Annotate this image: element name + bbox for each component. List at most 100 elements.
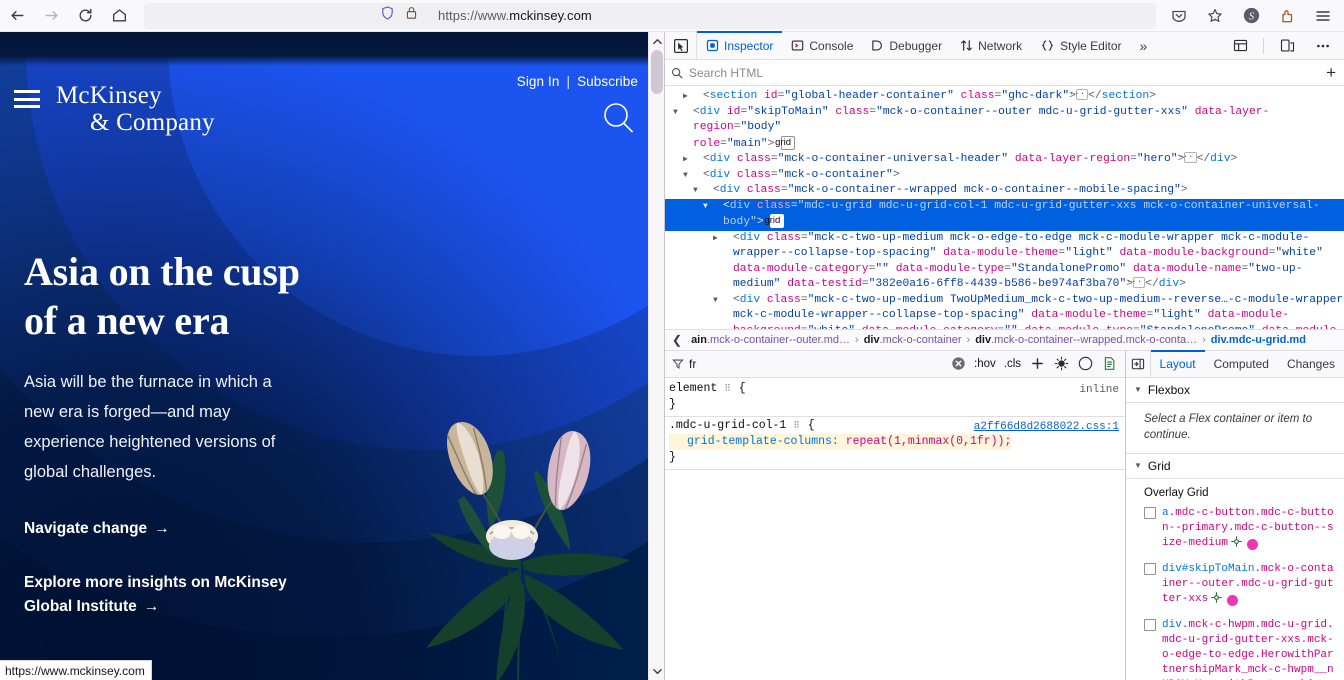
overlay-grid-item[interactable]: div.mck-c-hwpm.mdc-u-grid.mdc-u-grid-gut…: [1126, 615, 1344, 680]
breadcrumb-scroll-left-icon[interactable]: ❮: [667, 333, 687, 347]
pocket-icon[interactable]: [1162, 1, 1196, 31]
light-color-scheme-icon[interactable]: [1049, 353, 1073, 375]
hamburger-menu-icon[interactable]: [1306, 1, 1340, 31]
breadcrumb[interactable]: ❮ain.mck-o-container--outer.md…›div.mck-…: [665, 329, 1344, 351]
site-menu-icon[interactable]: [14, 90, 40, 108]
hov-button[interactable]: :hov: [970, 358, 1000, 370]
scrollbar-thumb[interactable]: [651, 50, 663, 94]
twisty-open-icon[interactable]: ▼: [703, 183, 713, 199]
css-declaration[interactable]: grid-template-columns: repeat(1,minmax(0…: [669, 434, 1125, 450]
grid-section-header[interactable]: ▼ Grid: [1126, 454, 1344, 479]
twisty-open-icon[interactable]: ▼: [693, 168, 703, 184]
tab-computed[interactable]: Computed: [1205, 351, 1278, 377]
collapsed-children-icon[interactable]: ···: [1184, 152, 1196, 163]
grid-settings-icon[interactable]: [1231, 536, 1242, 553]
page-scrollbar[interactable]: [648, 32, 664, 680]
markup-node[interactable]: ▼<div class="mck-o-container--wrapped mc…: [665, 183, 1344, 199]
overlay-grid-item[interactable]: div#skipToMain.mck-o-container--outer.md…: [1126, 559, 1344, 615]
twisty-open-icon[interactable]: ▼: [723, 293, 733, 309]
tab-overflow-button[interactable]: »: [1130, 32, 1156, 59]
markup-token: data-layer-region: [1015, 153, 1130, 165]
dark-color-scheme-icon[interactable]: [1073, 353, 1097, 375]
tab-console[interactable]: Console: [782, 32, 862, 59]
rules-list[interactable]: inlineelement ⠿ {}a2ff66d8d2688022.css:1…: [665, 378, 1125, 680]
navigate-change-link[interactable]: Navigate change→: [24, 517, 304, 541]
twisty-closed-icon[interactable]: ▶: [723, 231, 733, 247]
cls-button[interactable]: .cls: [1000, 358, 1025, 370]
markup-node[interactable]: ▼<div class="mck-o-container">: [665, 168, 1344, 184]
add-node-button[interactable]: +: [1318, 64, 1344, 81]
markup-node[interactable]: ▶<div class="mck-o-container-universal-h…: [665, 152, 1344, 168]
css-rule[interactable]: inlineelement ⠿ {}: [665, 380, 1125, 417]
back-arrow-icon[interactable]: [0, 1, 34, 31]
rule-source-link[interactable]: a2ff66d8d2688022.css:1: [974, 419, 1119, 435]
explore-insights-link[interactable]: Explore more insights on McKinsey Global…: [24, 571, 304, 619]
filter-styles-input[interactable]: fr: [669, 357, 946, 371]
panel-layout-icon[interactable]: [1223, 31, 1257, 61]
search-icon[interactable]: [598, 98, 638, 138]
markup-tree[interactable]: ▶<section id="global-header-container" c…: [665, 86, 1344, 329]
print-media-icon[interactable]: [1097, 353, 1121, 375]
flexbox-section-header[interactable]: ▼ Flexbox: [1126, 378, 1344, 403]
element-picker-icon[interactable]: [665, 32, 697, 59]
tab-network[interactable]: Network: [951, 32, 1031, 59]
overlay-grid-checkbox[interactable]: [1144, 563, 1156, 575]
clear-filter-icon[interactable]: [946, 353, 970, 375]
tab-style-editor[interactable]: Style Editor: [1031, 32, 1130, 59]
extensions-icon[interactable]: [1270, 1, 1304, 31]
rule-drag-handle-icon[interactable]: ⠿: [724, 384, 732, 394]
markup-node[interactable]: ▼<div class="mdc-u-grid mdc-u-grid-col-1…: [665, 199, 1344, 231]
account-icon[interactable]: S: [1234, 1, 1268, 31]
mckinsey-logo[interactable]: McKinsey & Company: [56, 82, 215, 136]
scroll-down-icon[interactable]: [649, 662, 665, 680]
twisty-open-icon[interactable]: ▼: [713, 199, 723, 215]
twisty-closed-icon[interactable]: ▶: [693, 152, 703, 168]
css-rule-selector[interactable]: element ⠿ {: [669, 381, 1125, 397]
collapsed-children-icon[interactable]: ···: [1076, 89, 1088, 100]
breadcrumb-item[interactable]: div.mck-o-container--wrapped.mck-o-conta…: [971, 334, 1201, 346]
reload-icon[interactable]: [68, 1, 102, 31]
lock-icon[interactable]: [405, 5, 418, 26]
css-rule[interactable]: a2ff66d8d2688022.css:1.mdc-u-grid-col-1 …: [665, 417, 1125, 470]
grid-badge[interactable]: grid: [770, 214, 784, 228]
overlay-grid-item[interactable]: a.mdc-c-button.mdc-c-button--primary.mdc…: [1126, 503, 1344, 559]
markup-node[interactable]: ▶<div class="mck-c-two-up-medium mck-o-e…: [665, 231, 1344, 293]
overlay-grid-checkbox[interactable]: [1144, 619, 1156, 631]
twisty-closed-icon[interactable]: ▶: [693, 89, 703, 105]
scroll-up-icon[interactable]: [649, 32, 665, 50]
breadcrumb-item[interactable]: div.mck-o-container: [860, 334, 966, 346]
shield-icon[interactable]: [380, 5, 395, 26]
search-html-bar[interactable]: Search HTML +: [665, 60, 1344, 86]
url-bar[interactable]: https://www.mckinsey.com: [144, 3, 1156, 29]
expand-pane-icon[interactable]: [1126, 351, 1151, 377]
breadcrumb-item[interactable]: ain.mck-o-container--outer.md…: [687, 334, 854, 346]
declaration-property[interactable]: grid-template-columns:: [687, 435, 846, 448]
overlay-grid-checkbox[interactable]: [1144, 507, 1156, 519]
responsive-design-mode-icon[interactable]: [1270, 31, 1304, 61]
markup-node[interactable]: ▼<div id="skipToMain" class="mck-o-conta…: [665, 105, 1344, 153]
markup-node[interactable]: ▼<div class="mck-c-two-up-medium TwoUpMe…: [665, 293, 1344, 329]
collapsed-children-icon[interactable]: ···: [1133, 277, 1145, 288]
tab-layout[interactable]: Layout: [1151, 351, 1205, 377]
meatball-menu-icon[interactable]: [1306, 31, 1340, 61]
rule-drag-handle-icon[interactable]: ⠿: [793, 421, 801, 431]
markup-node[interactable]: ▶<section id="global-header-container" c…: [665, 89, 1344, 105]
home-icon[interactable]: [102, 1, 136, 31]
star-icon[interactable]: [1198, 1, 1232, 31]
overlay-grid-color-swatch[interactable]: [1227, 595, 1238, 606]
add-rule-button[interactable]: [1025, 353, 1049, 375]
tab-inspector[interactable]: Inspector: [697, 32, 782, 59]
twisty-open-icon[interactable]: ▼: [683, 105, 693, 121]
declaration-value[interactable]: repeat(1,minmax(0,1fr));: [846, 435, 1012, 448]
markup-token: </: [1197, 153, 1211, 165]
overlay-grid-color-swatch[interactable]: [1247, 539, 1258, 550]
breadcrumb-item[interactable]: div.mdc-u-grid.md: [1207, 334, 1310, 346]
grid-settings-icon[interactable]: [1211, 592, 1222, 609]
tab-debugger[interactable]: Debugger: [862, 32, 951, 59]
grid-badge[interactable]: grid: [781, 136, 795, 150]
sign-in-link[interactable]: Sign In: [517, 74, 560, 89]
subscribe-link[interactable]: Subscribe: [577, 74, 638, 89]
forward-arrow-icon[interactable]: [34, 1, 68, 31]
markup-token: </: [1145, 278, 1159, 290]
tab-changes[interactable]: Changes: [1278, 351, 1344, 377]
